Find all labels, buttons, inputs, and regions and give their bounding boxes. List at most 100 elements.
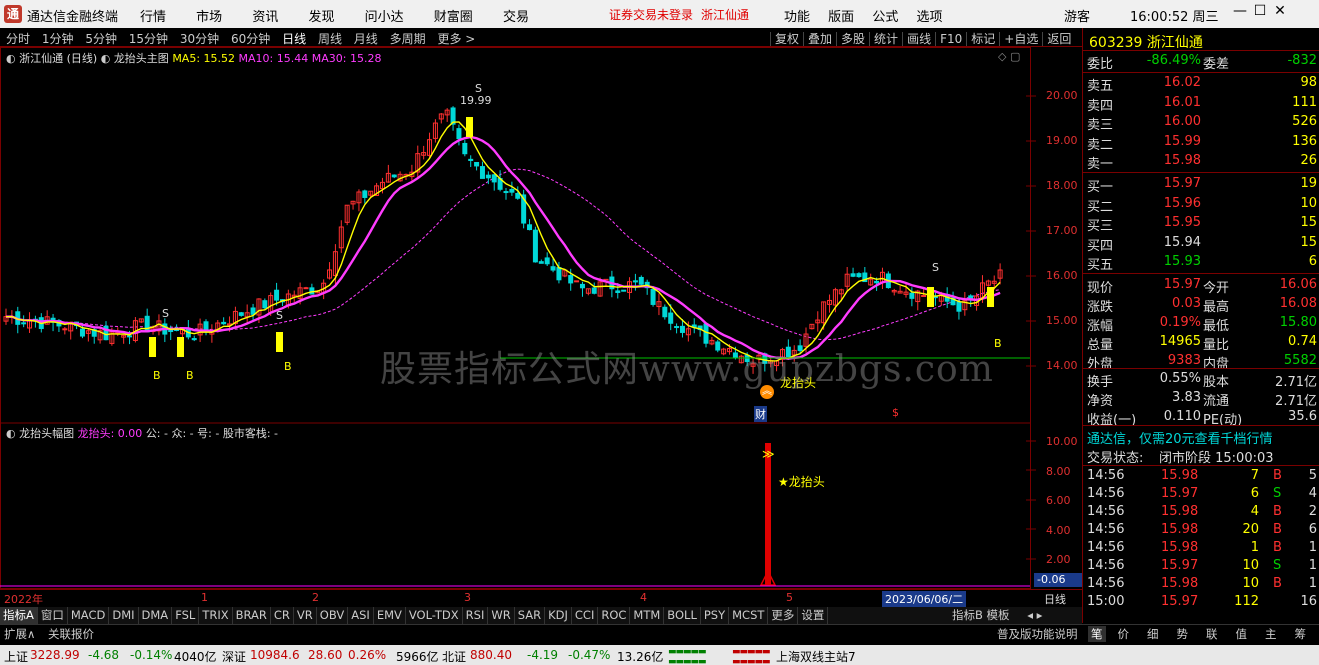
kline-chart[interactable]: S SSSB BBB bbox=[0, 47, 1082, 607]
indicator-tab[interactable]: EMV bbox=[374, 607, 406, 624]
period-tab[interactable]: 30分钟 bbox=[180, 32, 219, 46]
subtab-expand[interactable]: 扩展∧ bbox=[4, 626, 35, 642]
panel-tab[interactable]: 值 bbox=[1236, 626, 1248, 642]
sub-indicator-name[interactable]: 龙抬头幅图 bbox=[19, 427, 74, 440]
collapse-icon[interactable]: ◐ bbox=[6, 52, 16, 65]
bid-volume: 15 bbox=[1300, 215, 1317, 230]
panel-tab[interactable]: 筹 bbox=[1295, 626, 1307, 642]
tool-button[interactable]: 返回 bbox=[1042, 32, 1076, 46]
menu-market[interactable]: 市场 bbox=[196, 10, 222, 25]
indicator-tab[interactable]: DMA bbox=[139, 607, 173, 624]
menu-news[interactable]: 资讯 bbox=[252, 10, 278, 25]
tool-button[interactable]: 标记 bbox=[966, 32, 1000, 46]
indicator-tab[interactable]: ROC bbox=[598, 607, 631, 624]
tool-button[interactable]: 统计 bbox=[869, 32, 903, 46]
indicator-tab[interactable]: MCST bbox=[729, 607, 769, 624]
period-more[interactable]: 更多 > bbox=[437, 32, 475, 46]
subtab-related[interactable]: 关联报价 bbox=[48, 626, 94, 642]
indicator-tab[interactable]: TRIX bbox=[199, 607, 233, 624]
period-tab[interactable]: 多周期 bbox=[390, 32, 426, 46]
menu-ask[interactable]: 问小达 bbox=[365, 10, 404, 25]
period-tab[interactable]: 1分钟 bbox=[42, 32, 74, 46]
indicator-tab[interactable]: 设置 bbox=[798, 607, 829, 624]
sh-label[interactable]: 上证 bbox=[4, 648, 28, 665]
period-tab-daily[interactable]: 日线 bbox=[282, 32, 306, 46]
indicator-tab[interactable]: DMI bbox=[109, 607, 139, 624]
indicator-tab[interactable]: MTM bbox=[630, 607, 665, 624]
indicator-name[interactable]: 龙抬头主图 bbox=[114, 52, 169, 65]
sz-label[interactable]: 深证 bbox=[222, 648, 246, 665]
bz-label[interactable]: 北证 bbox=[442, 648, 466, 665]
event-marker[interactable]: $ bbox=[892, 406, 899, 419]
panel-tab[interactable]: 价 bbox=[1118, 626, 1130, 642]
tool-button[interactable]: 画线 bbox=[902, 32, 936, 46]
indicator-tab[interactable]: WR bbox=[488, 607, 515, 624]
panel-stock-title[interactable]: 603239 浙江仙通 bbox=[1089, 32, 1203, 52]
period-tab[interactable]: 分时 bbox=[6, 32, 30, 46]
tick-price: 15.98 bbox=[1161, 468, 1199, 483]
tab-template[interactable]: 模板 bbox=[987, 608, 1010, 622]
indicator-tab[interactable]: PSY bbox=[701, 607, 730, 624]
tool-button[interactable]: 多股 bbox=[836, 32, 870, 46]
indicator-tab[interactable]: RSI bbox=[463, 607, 489, 624]
indicator-tab[interactable]: BOLL bbox=[664, 607, 701, 624]
server-name[interactable]: 上海双线主站7 bbox=[776, 648, 856, 665]
bid-row: 买二 15.96 10 bbox=[1083, 195, 1319, 215]
tool-button[interactable]: +自选 bbox=[999, 32, 1043, 46]
indicator-tab[interactable]: 更多 bbox=[768, 607, 799, 624]
indicator-tab[interactable]: ASI bbox=[348, 607, 374, 624]
menu-trade[interactable]: 交易 bbox=[503, 10, 529, 25]
tool-button[interactable]: 叠加 bbox=[803, 32, 837, 46]
indicator-tab[interactable]: SAR bbox=[515, 607, 546, 624]
right-menu: 功能 版面 公式 选项 bbox=[784, 6, 956, 25]
close-icon[interactable]: ✕ bbox=[1270, 3, 1290, 19]
indicator-tab[interactable]: 窗口 bbox=[38, 607, 68, 624]
indicator-tab[interactable]: CR bbox=[271, 607, 294, 624]
menu-layout[interactable]: 版面 bbox=[828, 10, 854, 25]
period-tab[interactable]: 周线 bbox=[318, 32, 342, 46]
indicator-tab[interactable]: BRAR bbox=[233, 607, 271, 624]
finance-marker[interactable]: 财 bbox=[754, 406, 767, 422]
indicator-tab[interactable]: FSL bbox=[172, 607, 200, 624]
indicator-tab[interactable]: MACD bbox=[68, 607, 110, 624]
promo-row[interactable]: 通达信，仅需20元查看千档行情 bbox=[1083, 427, 1319, 447]
tool-button[interactable]: F10 bbox=[935, 32, 967, 46]
period-tab[interactable]: 月线 bbox=[354, 32, 378, 46]
panel-tab[interactable]: 联 bbox=[1206, 626, 1218, 642]
indicator-tab[interactable]: VOL-TDX bbox=[406, 607, 463, 624]
maximize-icon[interactable]: ☐ bbox=[1250, 3, 1270, 19]
period-tab[interactable]: 15分钟 bbox=[129, 32, 168, 46]
indicator-tab[interactable]: CCI bbox=[572, 607, 599, 624]
tick-volume: 20 bbox=[1242, 522, 1259, 537]
x-tick: 1 bbox=[201, 591, 208, 604]
period-tab[interactable]: 5分钟 bbox=[85, 32, 117, 46]
indicator-tab[interactable]: KDJ bbox=[545, 607, 572, 624]
weicha-value: -832 bbox=[1287, 53, 1317, 68]
menu-wealth[interactable]: 财富圈 bbox=[434, 10, 473, 25]
panel-tab[interactable]: 主 bbox=[1265, 626, 1277, 642]
chart-corner-controls[interactable]: ◇ ▢ bbox=[998, 50, 1020, 63]
tool-button[interactable]: 复权 bbox=[770, 32, 804, 46]
subtab-help[interactable]: 普及版功能说明 bbox=[997, 626, 1078, 642]
panel-tab[interactable]: 势 bbox=[1177, 626, 1189, 642]
guest-label[interactable]: 游客 bbox=[1064, 6, 1090, 25]
menu-discover[interactable]: 发现 bbox=[308, 10, 334, 25]
period-tab[interactable]: 60分钟 bbox=[231, 32, 270, 46]
collapse-icon[interactable]: ◐ bbox=[6, 427, 16, 440]
indicator-tab[interactable]: VR bbox=[294, 607, 317, 624]
login-notice[interactable]: 证券交易未登录 浙江仙通 bbox=[609, 6, 757, 23]
tick-time: 14:56 bbox=[1087, 522, 1125, 537]
menu-formula[interactable]: 公式 bbox=[872, 10, 898, 25]
tab-scroll-icons[interactable]: ◂ ▸ bbox=[1027, 608, 1042, 622]
panel-tab[interactable]: 笔 bbox=[1088, 626, 1106, 642]
indicator-tab[interactable]: 指标A bbox=[0, 607, 38, 624]
menu-quotes[interactable]: 行情 bbox=[140, 10, 166, 25]
menu-options[interactable]: 选项 bbox=[916, 10, 942, 25]
indicator-tab[interactable]: OBV bbox=[317, 607, 349, 624]
menu-function[interactable]: 功能 bbox=[784, 10, 810, 25]
minimize-icon[interactable]: — bbox=[1230, 3, 1250, 19]
tick-count: 1 bbox=[1308, 540, 1317, 555]
collapse-icon[interactable]: ◐ bbox=[101, 52, 111, 65]
tab-indicator-b[interactable]: 指标B bbox=[952, 608, 983, 622]
panel-tab[interactable]: 细 bbox=[1147, 626, 1159, 642]
